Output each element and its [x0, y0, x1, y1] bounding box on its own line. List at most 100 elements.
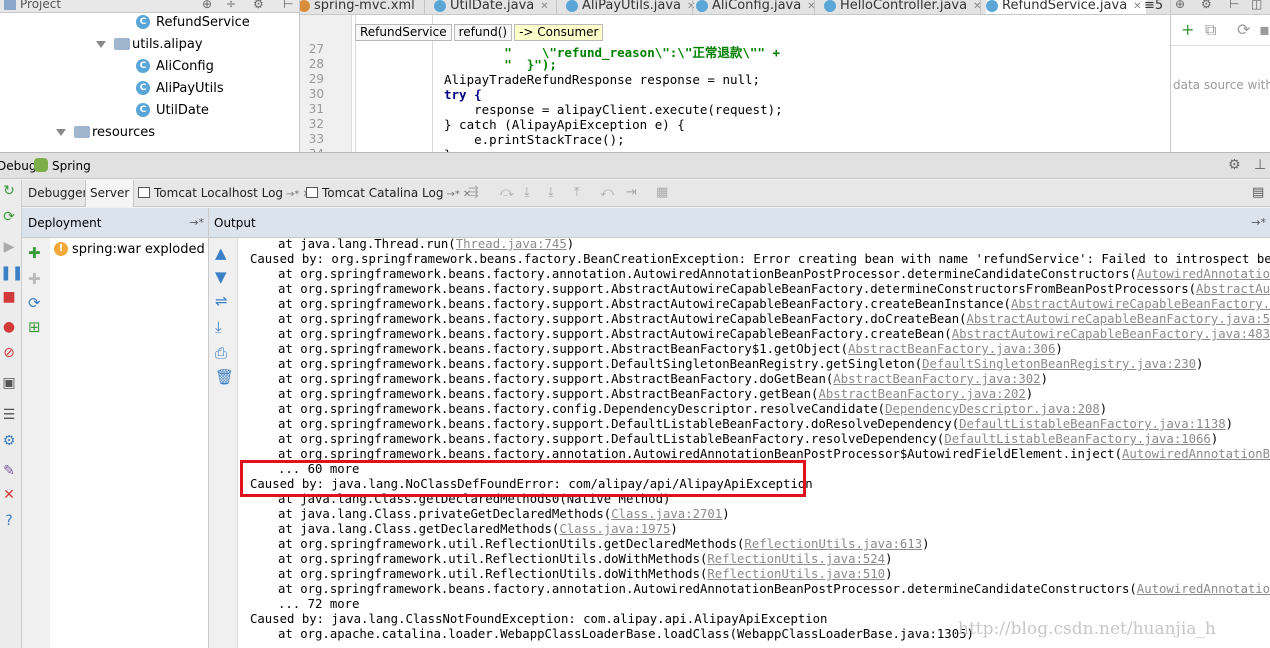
tab-tomcat-catalina-log[interactable]: Tomcat Catalina Log →* ✕: [302, 180, 475, 207]
source-link[interactable]: AutowiredAnnotationBeanPostF: [1122, 447, 1270, 461]
resume-icon[interactable]: ▶: [0, 238, 18, 256]
warning-marker[interactable]: [1170, 47, 1171, 55]
warning-marker[interactable]: [1170, 122, 1171, 126]
restore-layout-icon[interactable]: ▤: [1252, 185, 1264, 200]
source-link[interactable]: DependencyDescriptor.java:208: [885, 402, 1100, 416]
gear-icon[interactable]: ⚙: [1201, 0, 1212, 11]
code-editor[interactable]: 27 28 29 30 31 32 33 34 " \"refund_reaso…: [300, 15, 1175, 152]
tab-utildate[interactable]: UtilDate.java ✕: [434, 0, 549, 14]
source-link[interactable]: AbstractBeanFactory.java:306: [848, 342, 1055, 356]
run-config-name[interactable]: Spring: [52, 159, 91, 173]
source-link[interactable]: ReflectionUtils.java:613: [744, 537, 922, 551]
scroll-down-icon[interactable]: ▼: [215, 268, 227, 286]
scroll-up-icon[interactable]: ▲: [215, 244, 227, 262]
tree-item-alipayutils[interactable]: C AliPayUtils: [136, 78, 224, 100]
tree-item-utildate[interactable]: C UtilDate: [136, 100, 209, 122]
source-link[interactable]: ReflectionUtils.java:524: [707, 552, 885, 566]
source-link[interactable]: DefaultListableBeanFactory.java:1066: [944, 432, 1211, 446]
source-link[interactable]: AbstractAutowireCapableBeanFactory.java:…: [967, 312, 1270, 326]
source-link[interactable]: DefaultListableBeanFactory.java:1138: [959, 417, 1226, 431]
deployment-item[interactable]: ! spring:war exploded: [54, 241, 205, 257]
source-link[interactable]: Class.java:1975: [559, 522, 670, 536]
sync-icon[interactable]: ⊕: [202, 0, 212, 11]
close-tab-icon[interactable]: ✕: [540, 1, 548, 12]
source-link[interactable]: AbstractAutowireCa: [1196, 282, 1270, 296]
tab-hellocontroller[interactable]: HelloController.java ✕: [824, 0, 981, 14]
stop-icon[interactable]: ■: [0, 288, 18, 306]
source-link[interactable]: AbstractAutowireCapableBeanFactory.java:…: [1011, 297, 1270, 311]
tree-item-refundservice[interactable]: C RefundService: [136, 12, 250, 34]
clear-all-icon[interactable]: 🗑: [215, 368, 234, 386]
hide-panel-icon[interactable]: ⊥: [1254, 157, 1266, 173]
evaluate-expression-icon[interactable]: ▦: [656, 185, 668, 200]
stop-icon[interactable]: ▪: [1259, 20, 1270, 39]
tab-refundservice[interactable]: RefundService.java ✕: [986, 0, 1146, 14]
tree-item-resources[interactable]: resources: [56, 122, 155, 144]
source-link[interactable]: AbstractAutowireCapableBeanFactory.java:…: [952, 327, 1270, 341]
expand-arrow-icon[interactable]: [96, 41, 106, 48]
close-icon[interactable]: ✕: [0, 486, 18, 504]
rerun-icon[interactable]: ↻: [0, 182, 18, 200]
close-tab-icon[interactable]: ✕: [1133, 1, 1141, 12]
force-step-into-icon[interactable]: ⤓: [548, 185, 554, 200]
warning-marker[interactable]: [1170, 80, 1171, 84]
tab-server[interactable]: Server: [85, 180, 135, 207]
source-link[interactable]: DefaultSingletonBeanRegistry.java:230: [922, 357, 1196, 371]
breadcrumb-method[interactable]: refund(): [453, 24, 513, 41]
source-link[interactable]: AbstractBeanFactory.java:302: [833, 372, 1040, 386]
camera-icon[interactable]: ▣: [0, 374, 18, 392]
sync-icon[interactable]: ⊕: [1175, 0, 1185, 11]
run-to-cursor-icon[interactable]: ⇥: [626, 185, 637, 200]
redeploy-icon[interactable]: ✚: [28, 270, 41, 288]
deploy-all-icon[interactable]: ✚: [28, 244, 41, 262]
pin-icon[interactable]: →*: [446, 189, 459, 200]
soft-wrap-icon[interactable]: ⇌: [215, 292, 228, 310]
tab-alipayutils[interactable]: AliPayUtils.java✕: [566, 0, 695, 14]
source-link[interactable]: AbstractBeanFactory.java:202: [818, 387, 1025, 401]
artifact-icon[interactable]: ⊞: [28, 318, 41, 336]
tab-aliconfig[interactable]: AliConfig.java ✕: [696, 0, 816, 14]
add-icon[interactable]: +: [1181, 20, 1194, 39]
data-source-icon[interactable]: ◫: [1251, 0, 1262, 11]
gear-icon[interactable]: ⚙: [253, 0, 264, 11]
mute-breakpoints-icon[interactable]: ⊘: [0, 344, 18, 362]
breadcrumb-class[interactable]: RefundService: [355, 24, 452, 41]
tree-item-utils-alipay[interactable]: utils.alipay: [96, 34, 203, 56]
expand-arrow-icon[interactable]: [56, 129, 66, 136]
tab-tomcat-localhost-log[interactable]: Tomcat Localhost Log→*✕: [134, 180, 315, 207]
source-link[interactable]: Thread.java:745: [456, 238, 567, 251]
collapse-icon[interactable]: ÷: [226, 0, 236, 11]
tab-overflow-menu[interactable]: ≡5: [1144, 0, 1163, 14]
source-link[interactable]: ReflectionUtils.java:510: [707, 567, 885, 581]
hide-icon[interactable]: ⊢: [1229, 0, 1239, 11]
source-link[interactable]: AutowiredAnnotationBeanPos: [1137, 267, 1270, 281]
tab-debugger[interactable]: Debugger: [24, 180, 91, 207]
scroll-to-end-icon[interactable]: ⤓: [215, 318, 222, 336]
step-into-icon[interactable]: ⤓: [524, 185, 530, 200]
pin-tab-icon[interactable]: ✎: [0, 462, 18, 480]
source-link[interactable]: AutowiredAnnotationBeanPos: [1137, 582, 1270, 596]
pause-icon[interactable]: ❚❚: [0, 264, 23, 282]
show-execution-point-icon[interactable]: ⇶: [468, 185, 479, 200]
pin-icon[interactable]: →*: [1251, 216, 1266, 229]
gear-icon[interactable]: ⚙: [1228, 157, 1241, 173]
tree-item-aliconfig[interactable]: C AliConfig: [136, 56, 214, 78]
step-out-icon[interactable]: ⤒: [574, 185, 580, 200]
copy-icon[interactable]: ⧉: [1205, 20, 1216, 40]
hide-icon[interactable]: ⊢: [283, 0, 293, 11]
help-icon[interactable]: ?: [0, 512, 18, 530]
step-over-icon[interactable]: ⤼: [500, 185, 514, 200]
breadcrumb-lambda[interactable]: -> Consumer: [514, 24, 604, 41]
project-panel-title[interactable]: Project: [20, 0, 61, 11]
settings-icon[interactable]: ⚙: [0, 432, 18, 450]
drop-frame-icon[interactable]: ⤺: [600, 185, 614, 200]
pin-icon[interactable]: →*: [189, 216, 204, 229]
refresh-icon[interactable]: ⟳: [28, 294, 41, 312]
view-breakpoints-icon[interactable]: ●: [0, 318, 18, 336]
restore-layout-icon[interactable]: ☰: [0, 406, 18, 424]
refresh-icon[interactable]: ⟳: [1237, 20, 1250, 39]
source-link[interactable]: Class.java:2701: [611, 507, 722, 521]
pin-icon[interactable]: →*: [286, 189, 299, 200]
update-icon[interactable]: ⟳: [0, 208, 18, 226]
print-icon[interactable]: ⎙: [215, 344, 227, 362]
